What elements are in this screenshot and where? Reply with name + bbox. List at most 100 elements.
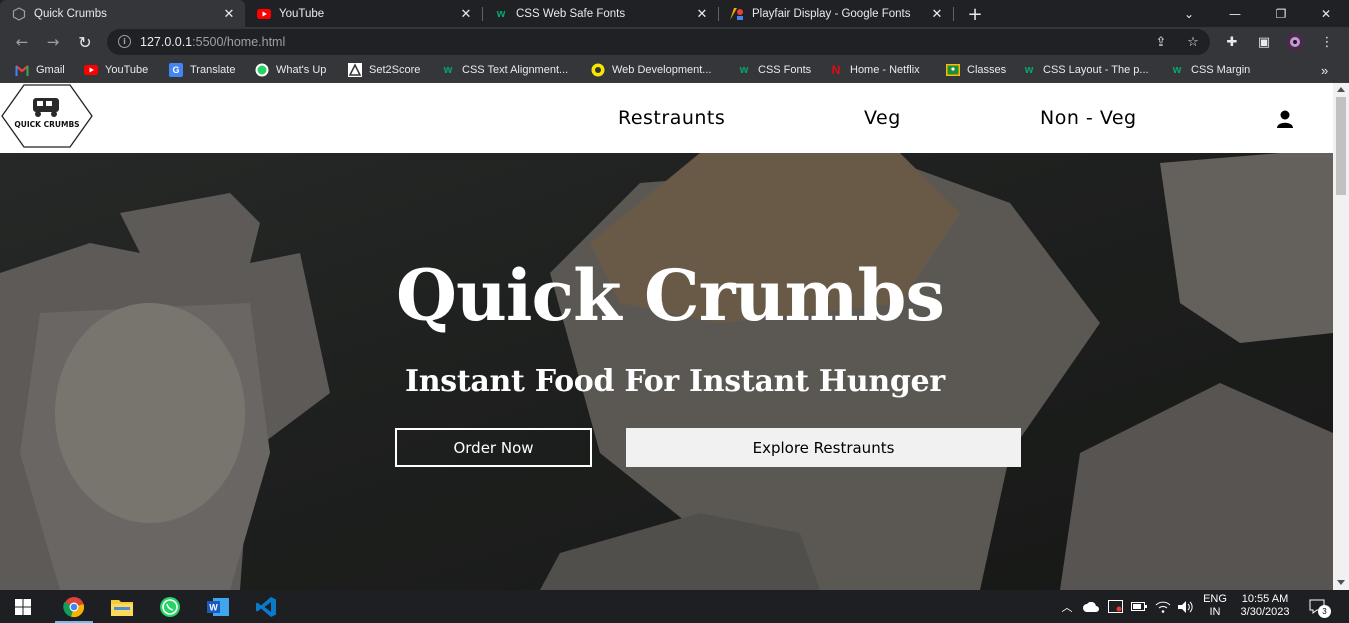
bookmark-label: Set2Score xyxy=(369,64,421,76)
share-icon[interactable]: ⇪ xyxy=(1151,32,1171,52)
restore-icon[interactable]: ❐ xyxy=(1258,0,1304,27)
nav-link-non-veg[interactable]: Non - Veg xyxy=(1040,107,1137,129)
reload-icon[interactable]: ↻ xyxy=(74,31,96,53)
bookmarks-overflow-button[interactable]: » xyxy=(1321,61,1328,79)
translate-icon: G xyxy=(169,63,183,77)
bookmark-label: What's Up xyxy=(276,64,327,76)
w3schools-icon: w xyxy=(443,64,453,76)
profile-avatar[interactable] xyxy=(1285,32,1305,52)
order-now-button[interactable]: Order Now xyxy=(395,428,592,467)
user-icon[interactable] xyxy=(1275,109,1295,129)
bookmark-gmail[interactable]: Gmail xyxy=(15,61,65,79)
bookmark-css-margin[interactable]: w CSS Margin xyxy=(1170,61,1251,79)
w3schools-icon: w xyxy=(1024,64,1034,76)
tab-separator xyxy=(953,7,954,21)
window-close-icon[interactable]: ✕ xyxy=(1303,0,1349,27)
tab-strip: Quick Crumbs ✕ YouTube ✕ w CSS Web Safe … xyxy=(0,0,1349,27)
battery-icon[interactable] xyxy=(1128,590,1150,623)
tab-label: Quick Crumbs xyxy=(34,7,107,20)
forward-icon[interactable]: → xyxy=(42,31,64,53)
gmail-icon xyxy=(15,63,29,77)
language-code: ENG xyxy=(1203,593,1227,605)
site-info-icon[interactable]: i xyxy=(118,35,131,48)
bookmark-css-text-alignment[interactable]: w CSS Text Alignment... xyxy=(441,61,568,79)
site-navbar: QUICK CRUMBS Restraunts Veg Non - Veg xyxy=(0,83,1333,153)
chrome-icon[interactable] xyxy=(51,590,97,623)
page-viewport: QUICK CRUMBS Restraunts Veg Non - Veg Qu… xyxy=(0,83,1333,590)
whatsapp-icon xyxy=(255,63,269,77)
bookmark-label: Translate xyxy=(190,64,236,76)
bookmark-css-layout[interactable]: w CSS Layout - The p... xyxy=(1022,61,1149,79)
site-logo[interactable]: QUICK CRUMBS xyxy=(1,84,93,148)
bookmark-label: CSS Margin xyxy=(1191,64,1251,76)
file-explorer-icon[interactable] xyxy=(99,590,145,623)
bookmark-web-development[interactable]: Web Development... xyxy=(591,61,711,79)
close-icon[interactable]: ✕ xyxy=(221,6,237,22)
vscode-icon[interactable] xyxy=(243,590,289,623)
scroll-down-arrow[interactable] xyxy=(1337,580,1345,585)
svg-text:W: W xyxy=(209,602,218,612)
page-scrollbar[interactable] xyxy=(1333,83,1349,590)
volume-icon[interactable] xyxy=(1175,590,1197,623)
bookmark-css-fonts[interactable]: w CSS Fonts xyxy=(737,61,811,79)
bookmark-youtube[interactable]: YouTube xyxy=(84,61,148,79)
tab-search-icon[interactable]: ⌄ xyxy=(1166,0,1212,27)
hero-subtitle: Instant Food For Instant Hunger xyxy=(405,364,945,399)
web-dev-icon xyxy=(591,63,605,77)
bookmark-label: Home - Netflix xyxy=(850,64,920,76)
bookmark-label: CSS Layout - The p... xyxy=(1043,64,1149,76)
close-icon[interactable]: ✕ xyxy=(929,6,945,22)
scrollbar-thumb[interactable] xyxy=(1336,97,1346,195)
screen-capture-icon[interactable] xyxy=(1104,590,1126,623)
back-icon[interactable]: ← xyxy=(11,31,33,53)
w3schools-icon: w xyxy=(496,7,506,20)
bookmark-whats-up[interactable]: What's Up xyxy=(255,61,326,79)
tab-label: YouTube xyxy=(279,7,325,20)
extensions-icon[interactable]: ✚ xyxy=(1222,32,1242,52)
bookmark-star-icon[interactable]: ☆ xyxy=(1183,32,1203,52)
hero-title: Quick Crumbs xyxy=(396,254,945,337)
w3schools-icon: w xyxy=(739,64,749,76)
scroll-up-arrow[interactable] xyxy=(1337,87,1345,92)
bookmark-classes[interactable]: Classes xyxy=(946,61,1006,79)
clock[interactable]: 10:55 AM 3/30/2023 xyxy=(1233,593,1297,619)
notification-center-icon[interactable]: 3 xyxy=(1305,590,1331,623)
bookmark-translate[interactable]: G Translate xyxy=(169,61,235,79)
bookmark-label: Gmail xyxy=(36,64,65,76)
bookmark-set2score[interactable]: Set2Score xyxy=(348,61,420,79)
close-icon[interactable]: ✕ xyxy=(694,6,710,22)
bookmark-label: Web Development... xyxy=(612,64,712,76)
bookmark-netflix[interactable]: N Home - Netflix xyxy=(829,61,920,79)
w3schools-icon: w xyxy=(1172,64,1182,76)
youtube-icon xyxy=(84,63,98,77)
tab-playfair-display[interactable]: Playfair Display - Google Fonts ✕ xyxy=(718,0,953,27)
start-icon[interactable] xyxy=(0,590,46,623)
logo-text: QUICK CRUMBS xyxy=(14,120,80,129)
language-indicator[interactable]: ENG IN xyxy=(1200,593,1230,619)
tab-label: CSS Web Safe Fonts xyxy=(516,7,626,20)
bookmark-label: YouTube xyxy=(105,64,149,76)
new-tab-button[interactable]: + xyxy=(965,4,985,25)
clock-time: 10:55 AM xyxy=(1241,593,1289,605)
youtube-icon xyxy=(257,7,271,21)
close-icon[interactable]: ✕ xyxy=(458,6,474,22)
nav-link-restraunts[interactable]: Restraunts xyxy=(618,107,725,129)
browser-toolbar: ← → ↻ i 127.0.0.1:5500/home.html ⇪ ☆ ✚ ▣… xyxy=(0,27,1349,57)
onedrive-icon[interactable] xyxy=(1080,590,1102,623)
side-panel-icon[interactable]: ▣ xyxy=(1254,32,1274,52)
tab-css-web-safe-fonts[interactable]: w CSS Web Safe Fonts ✕ xyxy=(482,0,718,27)
tab-youtube[interactable]: YouTube ✕ xyxy=(245,0,482,27)
google-fonts-icon xyxy=(730,7,744,21)
tab-quick-crumbs[interactable]: Quick Crumbs ✕ xyxy=(0,0,245,27)
explore-restraunts-button[interactable]: Explore Restraunts xyxy=(626,428,1021,467)
minimize-icon[interactable]: — xyxy=(1212,0,1258,27)
address-bar[interactable]: i 127.0.0.1:5500/home.html ⇪ ☆ xyxy=(107,29,1210,55)
set2score-icon xyxy=(348,63,362,77)
wifi-icon[interactable] xyxy=(1152,590,1174,623)
word-icon[interactable]: W xyxy=(195,590,241,623)
nav-link-veg[interactable]: Veg xyxy=(864,107,901,129)
whatsapp-icon[interactable] xyxy=(147,590,193,623)
menu-icon[interactable]: ⋮ xyxy=(1317,32,1337,52)
show-hidden-icons-icon[interactable]: ︿ xyxy=(1058,590,1076,623)
clock-date: 3/30/2023 xyxy=(1240,606,1290,618)
